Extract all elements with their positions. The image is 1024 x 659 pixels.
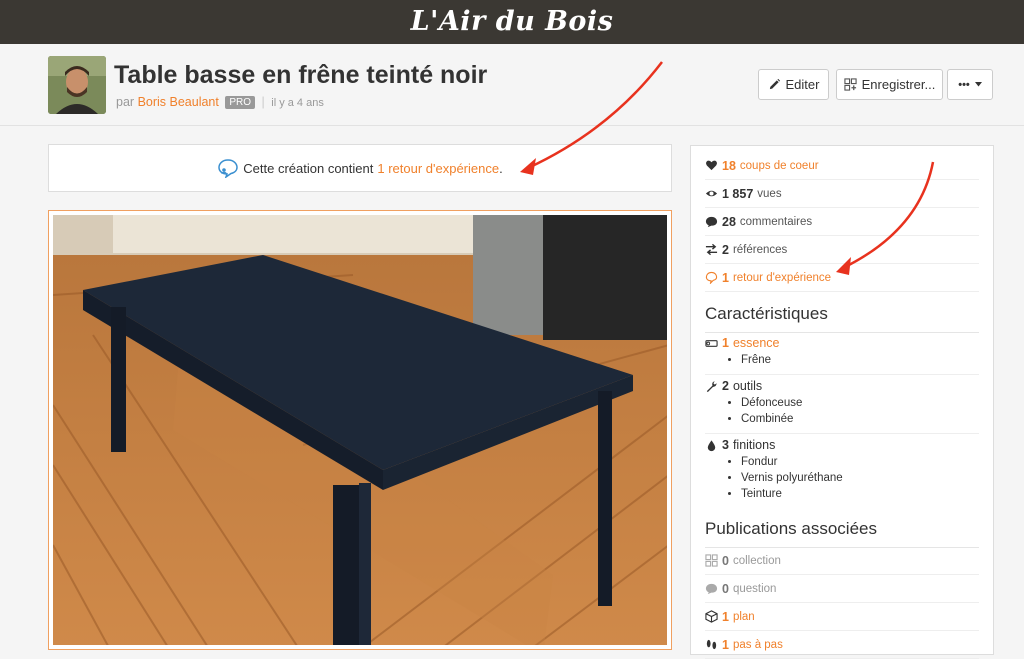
publication-row[interactable]: 0 question (705, 575, 979, 603)
publication-count: 1 (722, 609, 729, 624)
feedback-link[interactable]: 1 retour d'expérience (377, 161, 499, 176)
main-photo[interactable] (53, 215, 667, 645)
site-logo[interactable]: L'Air du Bois (411, 6, 614, 37)
characteristic-label[interactable]: essence (733, 336, 780, 350)
characteristic-item: Vernis polyuréthane (741, 470, 979, 486)
wood-icon (705, 339, 718, 347)
characteristic-group: 3finitions FondurVernis polyuréthaneTeint… (705, 438, 979, 502)
stat-row: 28 commentaires (705, 208, 979, 236)
sidebar: 18 coups de coeur 1 857 vues 28 commentaires 2… (690, 145, 994, 659)
characteristic-item: Teinture (741, 486, 979, 502)
stat-count: 28 (722, 214, 736, 229)
wrench-icon (706, 380, 717, 392)
publication-count: 0 (722, 581, 729, 596)
byline: par Boris Beaulant PRO | il y a 4 ans (116, 95, 324, 109)
save-label: Enregistrer... (861, 77, 936, 92)
characteristics-title: Caractéristiques (705, 304, 979, 333)
drop-icon (707, 439, 716, 451)
characteristic-count: 2 (722, 379, 729, 393)
publication-row[interactable]: 1 pas à pas (705, 631, 979, 659)
stat-label: vues (757, 187, 782, 200)
top-bar: L'Air du Bois (0, 0, 1024, 44)
stat-row: 2 références (705, 236, 979, 264)
notice-period: . (499, 160, 503, 176)
collection-icon (705, 554, 718, 567)
comment-icon (705, 216, 718, 228)
eye-icon (705, 190, 718, 197)
characteristic-label: outils (732, 379, 763, 393)
publications-title: Publications associées (705, 519, 979, 548)
stat-row[interactable]: 1 retour d'expérience (705, 264, 979, 292)
more-options-button[interactable]: ••• (947, 69, 993, 100)
publication-row[interactable]: 0 collection (705, 547, 979, 575)
characteristic-item: Fondur (741, 454, 979, 470)
stat-count: 2 (722, 242, 729, 257)
characteristic-count[interactable]: 1 (722, 336, 729, 350)
collection-icon (844, 78, 857, 91)
heart-icon (706, 160, 717, 171)
timestamp: il y a 4 ans (271, 97, 324, 109)
stat-label: commentaires (739, 215, 813, 228)
stat-row: 1 857 vues (705, 180, 979, 208)
more-label: ••• (958, 78, 970, 91)
edit-button[interactable]: Editer (758, 69, 829, 100)
feedback-icon (218, 159, 239, 178)
characteristic-item: Combinée (741, 411, 979, 427)
by-prefix: par (116, 95, 135, 109)
notice-text: Cette création contient (243, 160, 374, 176)
page-title: Table basse en frêne teinté noir (114, 61, 488, 89)
publication-label: plan (732, 610, 755, 623)
stat-row[interactable]: 18 coups de coeur (705, 152, 979, 180)
characteristic-group: 1 essence Frêne (705, 336, 979, 375)
caret-down-icon (974, 82, 982, 87)
characteristic-label: finitions (732, 438, 776, 452)
divider: | (261, 95, 265, 109)
question-icon (705, 583, 718, 595)
avatar[interactable] (48, 56, 106, 114)
pro-badge: PRO (225, 96, 256, 109)
cube-icon (705, 610, 718, 623)
stat-count: 18 (722, 158, 736, 173)
stat-count: 1 857 (722, 186, 754, 201)
stat-label: coups de coeur (739, 159, 819, 172)
feedback-notice: Cette création contient 1 retour d'expér… (48, 144, 672, 192)
publication-label: collection (732, 554, 781, 567)
characteristic-count: 3 (722, 438, 729, 452)
edit-label: Editer (785, 77, 820, 92)
pencil-icon (769, 78, 780, 90)
feedback-icon (705, 271, 718, 284)
author-link[interactable]: Boris Beaulant (138, 95, 219, 109)
publication-row[interactable]: 1 plan (705, 603, 979, 631)
save-button[interactable]: Enregistrer... (836, 69, 943, 100)
characteristic-item: Défonceuse (741, 395, 979, 411)
stat-label: références (732, 243, 788, 256)
publication-label: question (732, 582, 777, 595)
characteristic-item: Frêne (741, 352, 979, 368)
characteristic-group: 2outils DéfonceuseCombinée (705, 379, 979, 434)
publication-count: 0 (722, 553, 729, 568)
exchange-icon (705, 243, 718, 256)
stat-label: retour d'expérience (732, 271, 832, 284)
stat-count: 1 (722, 270, 729, 285)
main-photo-frame (48, 210, 672, 650)
